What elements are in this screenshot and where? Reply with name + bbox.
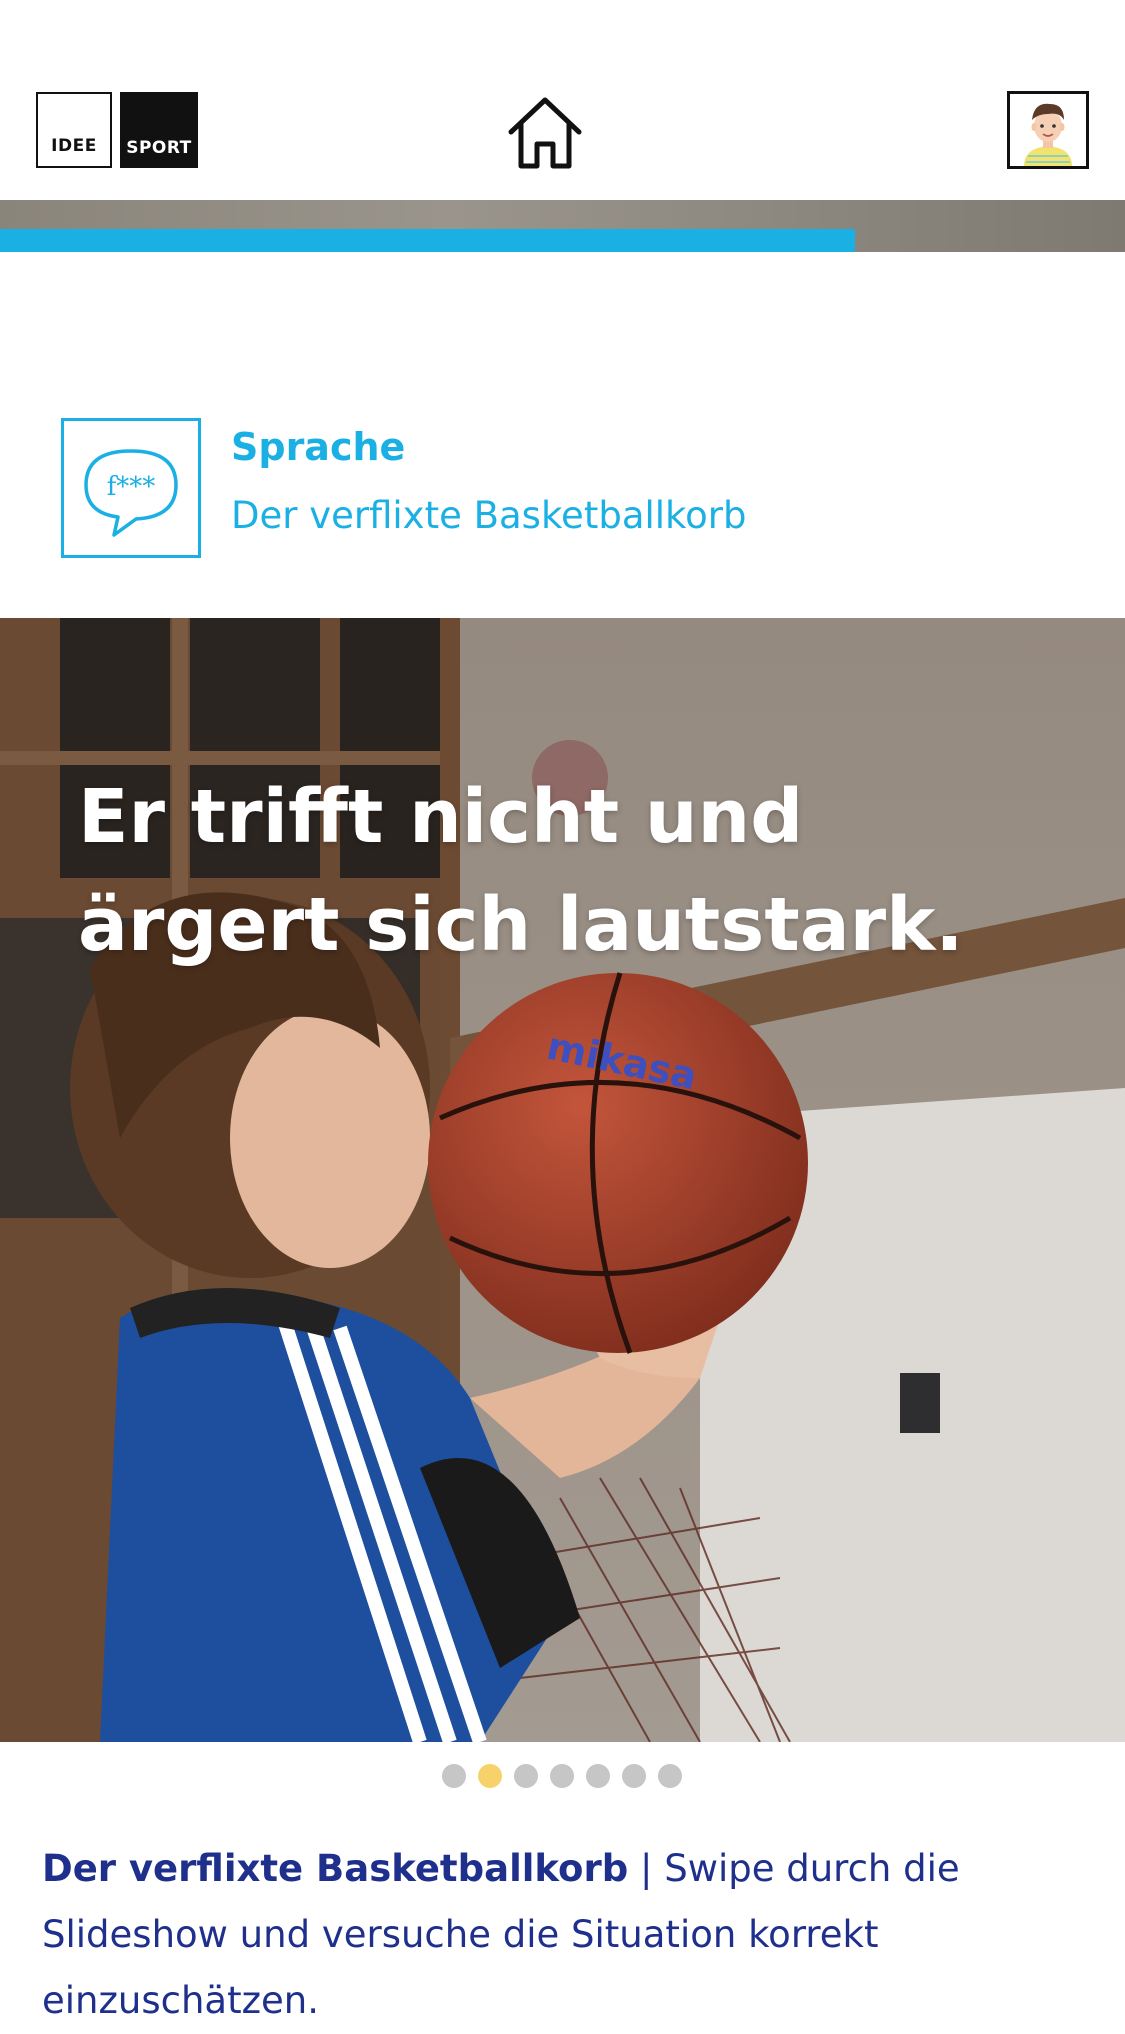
category-subtitle: Der verflixte Basketballkorb — [231, 494, 747, 537]
idee-sport-logo[interactable]: IDEE SPORT — [36, 92, 198, 168]
category-title: Sprache — [231, 425, 406, 469]
home-icon[interactable] — [505, 92, 585, 172]
pagination-dot-3[interactable] — [514, 1764, 538, 1788]
speech-bubble-text: f*** — [107, 472, 156, 502]
pagination-dot-6[interactable] — [622, 1764, 646, 1788]
progress-bar-fill — [0, 229, 855, 252]
logo-idee: IDEE — [36, 92, 112, 168]
speech-bubble-icon: f*** — [61, 418, 201, 558]
logo-sport: SPORT — [120, 92, 198, 168]
slideshow-pagination[interactable] — [442, 1764, 682, 1788]
pagination-dot-5[interactable] — [586, 1764, 610, 1788]
pagination-dot-4[interactable] — [550, 1764, 574, 1788]
user-avatar-icon[interactable] — [1007, 91, 1089, 169]
slide-heading: Er trifft nicht und ärgert sich lautstar… — [78, 774, 964, 968]
caption-separator: | — [628, 1847, 665, 1890]
pagination-dot-2[interactable] — [478, 1764, 502, 1788]
caption-title: Der verflixte Basketballkorb — [42, 1847, 629, 1890]
pagination-dot-7[interactable] — [658, 1764, 682, 1788]
slideshow-caption: Der verflixte Basketballkorb | Swipe dur… — [42, 1836, 1102, 2034]
slideshow-image[interactable]: mikasa Er trifft nicht und ärgert sich l… — [0, 618, 1125, 1742]
pagination-dot-1[interactable] — [442, 1764, 466, 1788]
